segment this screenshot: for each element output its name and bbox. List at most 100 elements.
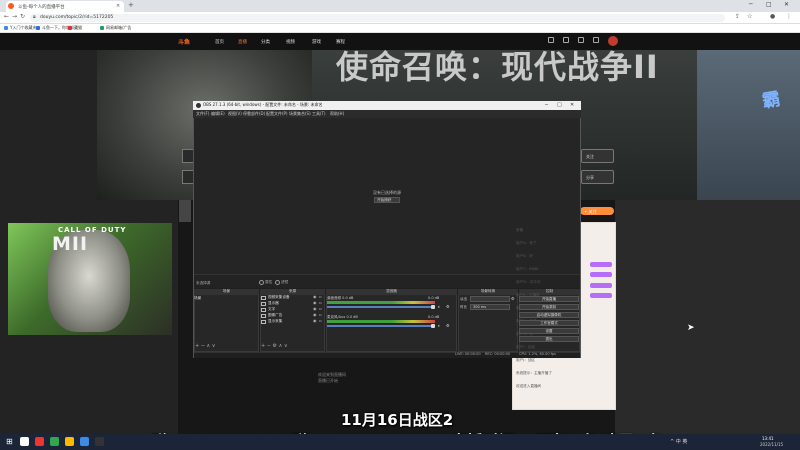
lock-toggle-icon[interactable]: ▫ — [319, 306, 322, 311]
visibility-eye-icon[interactable]: ◉ — [313, 318, 317, 323]
obs-control-button[interactable]: 设置 — [519, 328, 579, 334]
properties-radio[interactable] — [259, 280, 264, 285]
tab-close-icon[interactable]: × — [116, 3, 120, 9]
source-list-item[interactable]: 显示器 — [268, 301, 279, 306]
speaker-icon[interactable]: 🔈︎ — [438, 304, 440, 309]
obs-control-button[interactable]: 开始直播 — [519, 296, 579, 302]
lock-toggle-icon[interactable]: ▫ — [319, 294, 322, 299]
bookmark-item[interactable]: 网易邮箱/广告 — [106, 25, 131, 31]
menu-kebab-icon[interactable]: ⋮ — [786, 13, 792, 20]
site-nav-item[interactable]: 直播 — [238, 39, 247, 45]
share-icon[interactable]: ⇪ — [735, 13, 740, 20]
obs-menu-item[interactable]: 配置文件(P) — [266, 111, 288, 117]
source-list-item[interactable]: 视频采集设备 — [268, 295, 290, 300]
profile-icon[interactable]: ● — [770, 13, 775, 20]
source-dock-footer-icons[interactable]: + − ⚙ ∧ ∨ — [261, 343, 288, 349]
obs-preview[interactable] — [194, 118, 580, 274]
source-list-item[interactable]: 图像广告 — [268, 313, 282, 318]
mw2-logo-text: MII — [52, 233, 89, 255]
obs-menu-item[interactable]: 工具(T) — [312, 111, 326, 117]
lock-toggle-icon[interactable]: ▫ — [319, 300, 322, 305]
site-nav-item[interactable]: 游戏 — [312, 39, 321, 45]
hero-share-button[interactable]: 分享 — [581, 170, 614, 184]
obs-menu-item[interactable]: 场景集合(S) — [289, 111, 311, 117]
system-tray[interactable]: ^ 中 英 — [670, 438, 687, 445]
obs-control-button[interactable]: 启动虚拟摄像机 — [519, 312, 579, 318]
source-type-icon — [261, 320, 266, 324]
forward-icon[interactable]: → — [12, 13, 17, 20]
new-tab-icon[interactable]: + — [128, 1, 134, 9]
visibility-eye-icon[interactable]: ◉ — [313, 300, 317, 305]
address-bar[interactable]: douyu.com/topic/2/rid=5172205 — [30, 14, 725, 22]
obs-control-button[interactable]: 工作室模式 — [519, 320, 579, 326]
obs-control-button[interactable]: 开始录制 — [519, 304, 579, 310]
site-nav-item[interactable]: 赛程 — [336, 39, 345, 45]
reload-icon[interactable]: ↻ — [20, 13, 25, 20]
cpu-status: CPU: 1.2%, 60.00 fps — [519, 352, 556, 356]
site-nav-item[interactable]: 视频 — [286, 39, 295, 45]
visibility-eye-icon[interactable]: ◉ — [313, 306, 317, 311]
filters-radio[interactable] — [275, 280, 280, 285]
obs-start-capture-button[interactable]: 开始捕获 — [374, 197, 400, 203]
hero-title: 使命召唤：现代战争II — [336, 48, 659, 86]
bookmark-item[interactable]: 斗鱼一下，你就知道 — [42, 25, 78, 31]
speaker-icon[interactable]: 🔈︎ — [438, 323, 440, 328]
obs-minimize-icon[interactable]: ─ — [545, 102, 548, 108]
clock-time[interactable]: 13:41 — [762, 436, 774, 441]
obs-control-button[interactable]: 退出 — [519, 336, 579, 342]
taskbar-app-icon[interactable] — [50, 437, 59, 446]
bookmark-icon — [100, 26, 104, 30]
taskbar-app-icon[interactable] — [65, 437, 74, 446]
scene-list-item[interactable]: 场景 — [194, 296, 201, 301]
volume-slider-handle[interactable] — [431, 324, 435, 328]
volume-slider-handle[interactable] — [431, 305, 435, 309]
taskbar-app-icon[interactable] — [80, 437, 89, 446]
obs-maximize-icon[interactable]: □ — [557, 102, 562, 108]
site-logo[interactable]: 斗鱼 — [178, 37, 190, 46]
obs-menu-item[interactable]: 文件(F) — [196, 111, 209, 117]
obs-menu-item[interactable]: 停靠部件(D) — [243, 111, 265, 117]
obs-menu-item[interactable]: 视图(V) — [228, 111, 242, 117]
browser-tab[interactable]: 斗鱼-每个人的直播平台 × — [6, 1, 124, 12]
duration-input[interactable]: 300 ms — [470, 304, 510, 310]
windows-start-icon[interactable]: ⊞ — [6, 437, 13, 446]
obs-menu-item[interactable]: 编辑(E) — [211, 111, 225, 117]
window-close-icon[interactable]: ✕ — [784, 1, 789, 8]
lock-icon[interactable]: 🔒︎ — [33, 14, 36, 20]
lock-toggle-icon[interactable]: ▫ — [319, 312, 322, 317]
hero-follow-button[interactable]: 关注 — [581, 149, 614, 163]
maximize-icon[interactable]: □ — [766, 1, 772, 8]
mixer-settings-icon[interactable]: ⚙ — [446, 304, 450, 309]
bookmark-item[interactable]: 天猫 — [74, 25, 82, 31]
site-nav-item[interactable]: 首页 — [215, 39, 224, 45]
bookmark-star-icon[interactable]: ☆ — [747, 13, 752, 20]
clock-date[interactable]: 2022/11/15 — [760, 442, 783, 447]
mixer-settings-icon[interactable]: ⚙ — [446, 323, 450, 328]
obs-menu-item[interactable]: 帮助(H) — [330, 111, 344, 117]
transition-select[interactable] — [470, 296, 510, 302]
back-icon[interactable]: ← — [4, 13, 9, 20]
right-advertisement[interactable] — [697, 50, 800, 200]
bookmark-icon — [36, 26, 40, 30]
visibility-eye-icon[interactable]: ◉ — [313, 312, 317, 317]
site-nav-item[interactable]: 分类 — [261, 39, 270, 45]
volume-slider[interactable] — [327, 306, 435, 308]
follow-pill-button[interactable]: + 关注 — [580, 207, 614, 215]
source-list-item[interactable]: 显示采集 — [268, 319, 282, 324]
source-type-icon — [261, 296, 266, 300]
taskbar-app-icon[interactable] — [35, 437, 44, 446]
source-list-item[interactable]: 文字 — [268, 307, 275, 312]
obs-close-icon[interactable]: ✕ — [570, 102, 574, 108]
minimize-icon[interactable]: ─ — [749, 1, 753, 8]
taskbar-app-icon[interactable] — [20, 437, 29, 446]
chat-message: 房管 — [516, 228, 524, 232]
volume-slider[interactable] — [327, 325, 435, 327]
transition-settings-icon[interactable]: ⚙ — [511, 296, 515, 301]
taskbar-app-icon[interactable] — [95, 437, 104, 446]
lock-toggle-icon[interactable]: ▫ — [319, 318, 322, 323]
scene-dock-footer-icons[interactable]: + − ∧ ∨ — [195, 343, 215, 349]
bookmark-item[interactable]: Y入门个收藏夹 — [10, 25, 36, 31]
visibility-eye-icon[interactable]: ◉ — [313, 294, 317, 299]
chat-message: 系统提示：主播开播了 — [516, 371, 552, 375]
overlay-date-title: 11月16日战区2 — [341, 411, 454, 429]
